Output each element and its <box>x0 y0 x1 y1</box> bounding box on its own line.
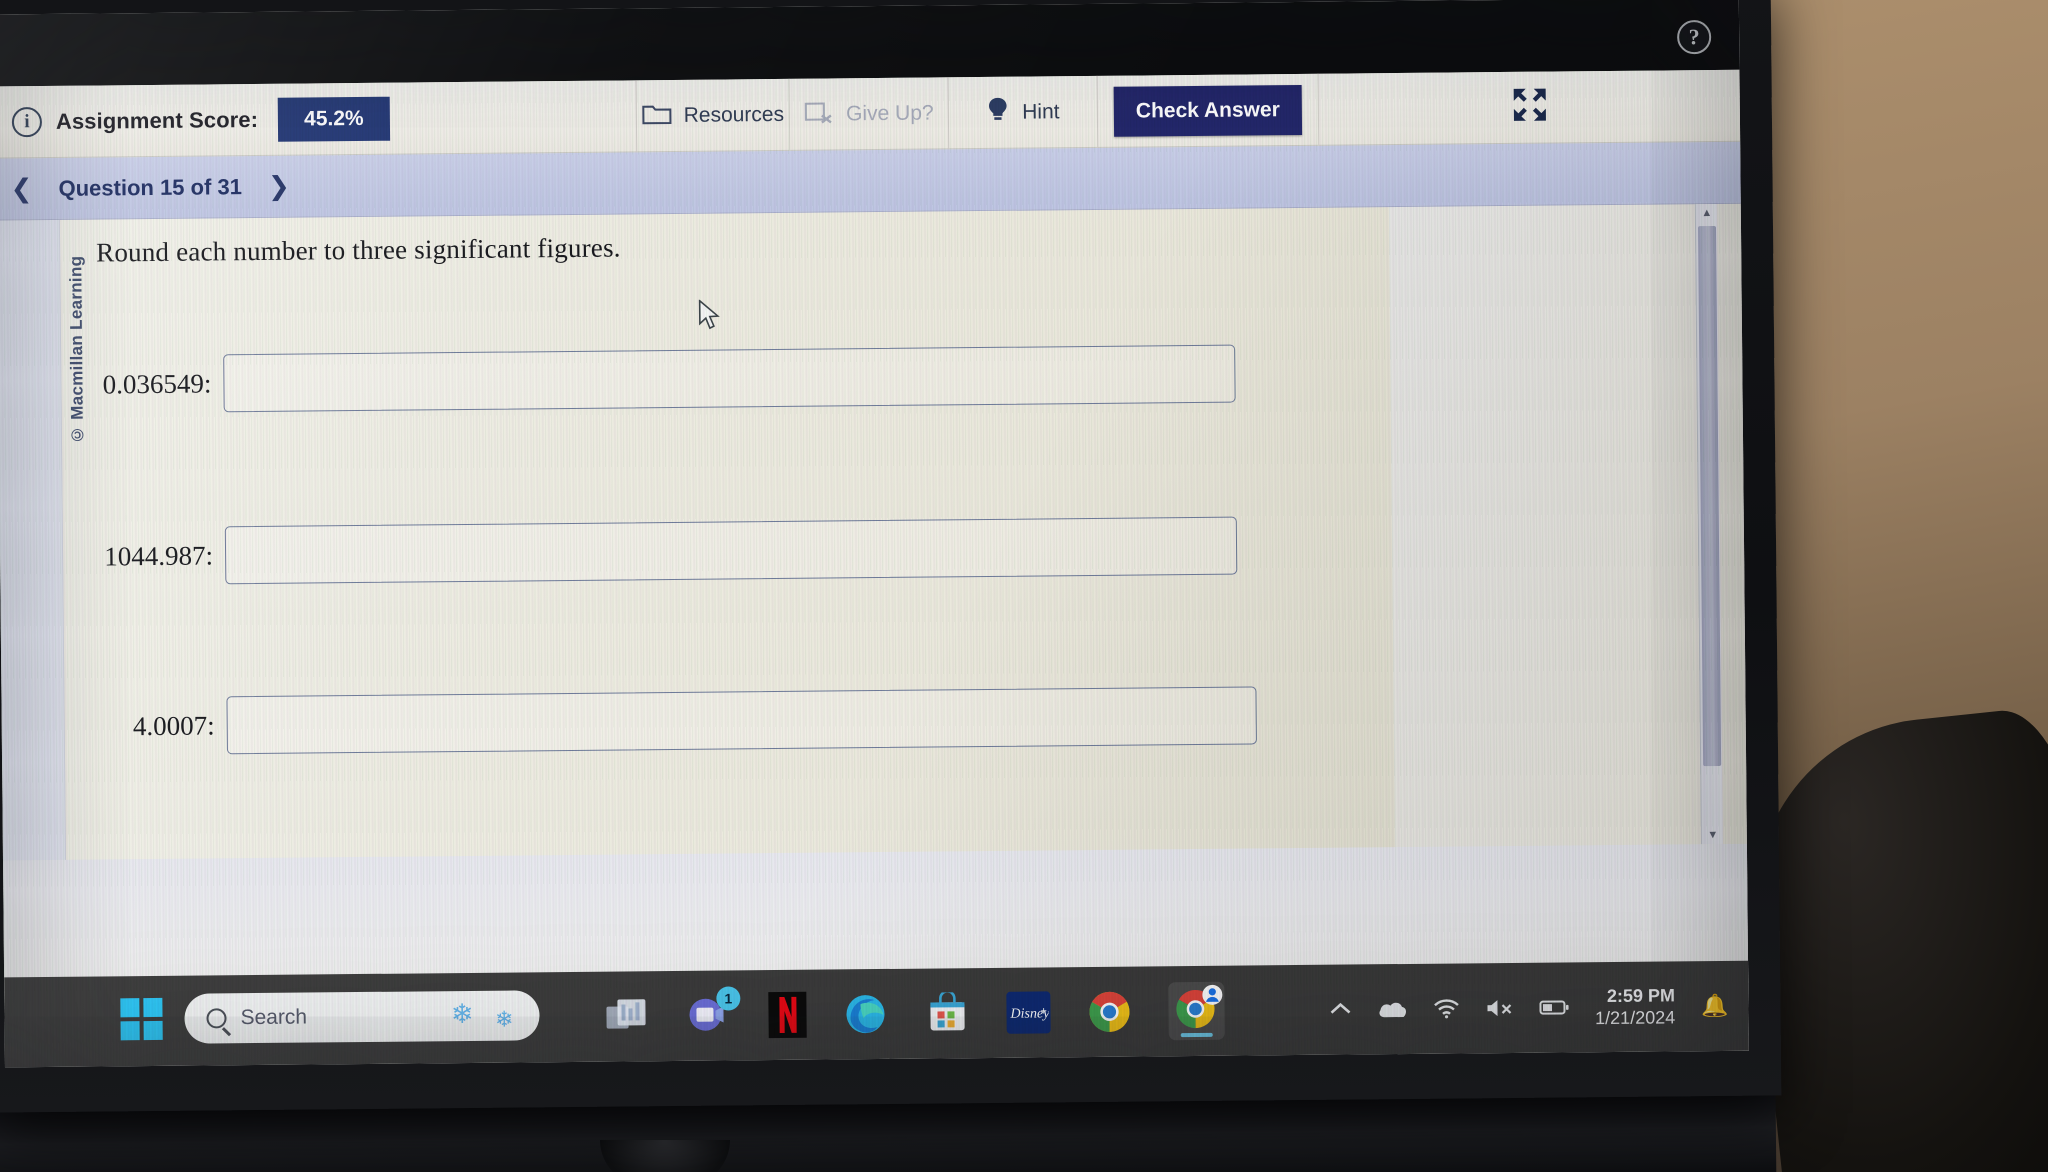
laptop-bezel: ? i Assignment Score: 45.2% Resources Gi… <box>0 0 1782 1113</box>
answer-input-1[interactable] <box>223 344 1236 413</box>
snowflake-icon: ❄ <box>450 998 474 1030</box>
scroll-down-arrow-icon[interactable]: ▼ <box>1702 826 1724 844</box>
resources-label: Resources <box>683 102 785 127</box>
answer-label-2: 1044.987: <box>104 539 214 571</box>
assignment-score-value: 45.2% <box>277 96 390 142</box>
give-up-label: Give Up? <box>845 100 934 125</box>
clock-date: 1/21/2024 <box>1595 1007 1676 1029</box>
give-up-button[interactable]: Give Up? <box>790 77 949 151</box>
windows-taskbar: Search ❄ ❄ 1 Disney + 2:59 PM 1/21/2024 … <box>4 960 1749 1068</box>
folder-icon <box>642 100 672 130</box>
snowflake-icon: ❄ <box>494 1006 514 1032</box>
search-placeholder: Search <box>240 1005 308 1030</box>
mouse-pointer-icon <box>698 298 722 332</box>
teams-badge: 1 <box>716 986 741 1011</box>
search-icon <box>206 1008 227 1029</box>
svg-text:+: + <box>1040 1005 1047 1017</box>
help-circle-icon[interactable]: ? <box>1677 20 1712 55</box>
task-view-icon[interactable] <box>604 993 650 1039</box>
speaker-muted-icon[interactable] <box>1485 998 1513 1018</box>
info-icon[interactable]: i <box>11 106 43 137</box>
scrollbar-thumb[interactable] <box>1697 225 1722 767</box>
question-panel: © Macmillan Learning Round each number t… <box>58 207 1395 860</box>
chrome-profile-icon[interactable] <box>1168 981 1225 1041</box>
cloud-icon[interactable] <box>1377 999 1407 1019</box>
disney-plus-icon[interactable]: Disney + <box>1006 991 1051 1034</box>
screen: ? i Assignment Score: 45.2% Resources Gi… <box>0 0 1749 1068</box>
assignment-score-label: Assignment Score: <box>55 106 259 134</box>
edge-icon[interactable] <box>842 991 888 1037</box>
wifi-icon[interactable] <box>1433 998 1459 1019</box>
check-answer-group: Check Answer <box>1098 84 1318 137</box>
hint-button[interactable]: Hint <box>949 75 1098 148</box>
taskbar-clock[interactable]: 2:59 PM 1/21/2024 <box>1595 984 1676 1029</box>
photo-of-laptop-screen: ? i Assignment Score: 45.2% Resources Gi… <box>0 0 2048 1172</box>
resources-button[interactable]: Resources <box>637 78 790 151</box>
clock-time: 2:59 PM <box>1606 985 1676 1006</box>
chevron-right-icon[interactable]: ❯ <box>268 171 290 202</box>
system-tray: 2:59 PM 1/21/2024 🔔 <box>1329 979 1729 1037</box>
chrome-icon[interactable] <box>1086 989 1132 1035</box>
question-counter: Question 15 of 31 <box>58 173 243 201</box>
taskbar-app-icons: 1 Disney + <box>604 981 1225 1046</box>
scroll-up-arrow-icon[interactable]: ▲ <box>1696 204 1718 222</box>
macmillan-learning-brand: © Macmillan Learning <box>66 255 88 445</box>
laptop-hinge <box>600 1140 730 1172</box>
netflix-icon[interactable] <box>768 991 807 1039</box>
active-window-indicator <box>1180 1032 1213 1038</box>
chevron-up-icon[interactable] <box>1329 1002 1351 1018</box>
answer-row: 0.036549: <box>97 336 1328 422</box>
windows-start-icon[interactable] <box>120 997 163 1041</box>
battery-icon[interactable] <box>1538 998 1569 1016</box>
answer-input-3[interactable] <box>226 686 1257 755</box>
hint-label: Hint <box>1022 99 1060 124</box>
teams-icon[interactable]: 1 <box>686 986 741 1038</box>
bell-icon[interactable]: 🔔 <box>1701 993 1729 1019</box>
answer-row: 1044.987: <box>99 508 1330 594</box>
expand-fullscreen-icon[interactable] <box>1510 86 1548 129</box>
assignment-score-group: i Assignment Score: 45.2% <box>0 94 636 144</box>
microsoft-store-icon[interactable] <box>924 990 970 1036</box>
answer-row: 4.0007: <box>100 678 1331 764</box>
chevron-left-icon[interactable]: ❮ <box>10 173 32 204</box>
folder-x-icon <box>804 99 834 129</box>
answer-input-2[interactable] <box>224 516 1238 585</box>
question-prompt: Round each number to three significant f… <box>96 232 621 268</box>
expand-group <box>1319 84 1740 131</box>
answer-label-1: 0.036549: <box>102 367 212 399</box>
check-answer-button[interactable]: Check Answer <box>1113 84 1303 137</box>
answer-label-3: 4.0007: <box>132 709 215 741</box>
search-input[interactable]: Search ❄ ❄ <box>184 990 540 1044</box>
lightbulb-icon <box>986 95 1010 129</box>
